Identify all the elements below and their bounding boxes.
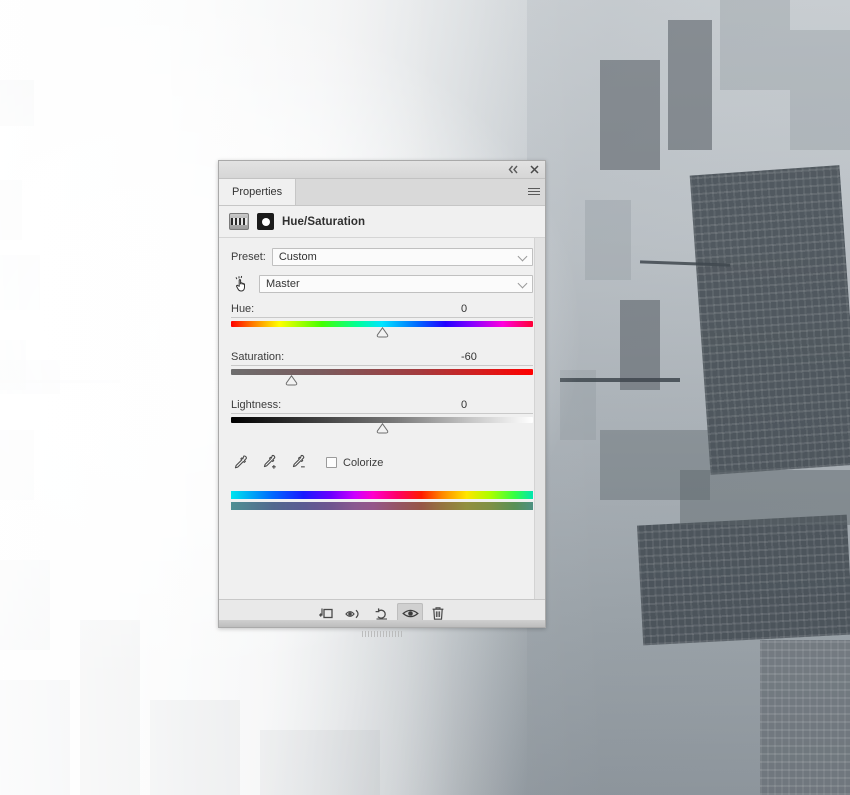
hue-value[interactable]: 0	[461, 303, 501, 315]
lightness-track-wrap[interactable]	[231, 417, 533, 438]
trash-icon	[432, 607, 444, 620]
pointing-hand-icon	[235, 275, 245, 292]
saturation-gradient-track[interactable]	[231, 369, 533, 375]
building-silhouette	[600, 60, 660, 170]
channel-value: Master	[266, 278, 300, 290]
channel-select[interactable]: Master	[259, 275, 533, 293]
building-windows	[689, 165, 850, 475]
saturation-value[interactable]: -60	[461, 351, 501, 363]
colorize-checkbox[interactable]: Colorize	[326, 457, 383, 469]
lightness-slider-header: Lightness: 0	[231, 399, 533, 414]
slider-thumb-icon	[285, 375, 298, 386]
building-silhouette	[80, 620, 140, 795]
adjustment-header: Hue/Saturation	[219, 206, 545, 238]
layer-mask-icon[interactable]	[257, 213, 274, 230]
hue-label: Hue:	[231, 303, 255, 315]
building-silhouette	[620, 300, 660, 390]
saturation-track-wrap[interactable]	[231, 369, 533, 390]
properties-panel[interactable]: Properties Hue/Saturation Preset: Custom…	[218, 160, 546, 637]
eye-icon	[401, 609, 419, 618]
reset-arrow-icon	[375, 607, 387, 620]
preset-select[interactable]: Custom	[271, 248, 533, 266]
page-title: Hue/Saturation	[282, 215, 366, 228]
building-silhouette	[680, 470, 850, 525]
building-silhouette	[260, 730, 380, 795]
original-hue-spectrum-bar[interactable]	[231, 491, 533, 499]
building-silhouette	[0, 80, 34, 126]
building-silhouette	[585, 200, 631, 280]
lightness-label: Lightness:	[231, 399, 282, 411]
building-silhouette	[668, 20, 712, 150]
tab-properties[interactable]: Properties	[219, 179, 297, 205]
eye-previous-state-icon	[345, 609, 359, 618]
hue-saturation-adjustment-icon[interactable]	[229, 213, 249, 230]
hue-slider[interactable]: Hue: 0	[231, 303, 533, 342]
building-silhouette	[0, 680, 70, 795]
screen: Properties Hue/Saturation Preset: Custom…	[0, 0, 850, 795]
tab-row-filler	[296, 179, 523, 205]
saturation-slider-header: Saturation: -60	[231, 351, 533, 366]
building-silhouette	[150, 700, 240, 795]
collapse-icon[interactable]	[507, 164, 519, 176]
building-windows	[760, 640, 850, 795]
panel-titlebar[interactable]	[219, 161, 545, 179]
panel-resize-grip[interactable]	[362, 631, 402, 637]
adjusted-hue-spectrum-bar[interactable]	[231, 502, 533, 510]
colorize-checkbox-box[interactable]	[326, 457, 337, 468]
building-silhouette	[720, 0, 790, 90]
building-silhouette	[0, 360, 60, 394]
preset-label: Preset:	[231, 251, 266, 263]
slider-thumb-icon	[376, 423, 388, 434]
building-silhouette	[0, 430, 34, 500]
lightness-value[interactable]: 0	[461, 399, 501, 411]
panel-menu-icon[interactable]	[523, 179, 545, 205]
panel-body: Preset: Custom Master Hue: 0 Saturation:…	[219, 238, 545, 599]
panel-vertical-scrollbar[interactable]	[534, 238, 545, 599]
on-image-adjustment-hand-icon[interactable]	[231, 274, 253, 294]
chevron-down-icon	[517, 278, 528, 289]
building-silhouette	[0, 180, 22, 240]
antenna-spire	[560, 378, 680, 382]
building-silhouette	[790, 30, 850, 150]
colorize-label: Colorize	[343, 456, 384, 469]
lightness-slider[interactable]: Lightness: 0	[231, 399, 533, 438]
preset-row: Preset: Custom	[231, 248, 533, 266]
eyedropper-add-icon[interactable]	[260, 454, 277, 471]
building-silhouette	[0, 255, 40, 310]
clip-to-layer-icon	[319, 608, 333, 618]
hamburger-icon	[528, 187, 540, 197]
hue-slider-thumb[interactable]	[376, 327, 389, 338]
panel-bottom-edge	[218, 620, 546, 628]
saturation-slider-thumb[interactable]	[285, 375, 298, 386]
eyedropper-tools-row: Colorize	[231, 454, 533, 471]
channel-row: Master	[231, 274, 533, 294]
hue-spectrum-bars	[231, 491, 533, 510]
saturation-label: Saturation:	[231, 351, 285, 363]
slider-thumb-icon	[376, 327, 388, 338]
eyedropper-icon[interactable]	[231, 454, 248, 471]
tab-label: Properties	[232, 186, 283, 198]
panel-tab-row[interactable]: Properties	[219, 179, 545, 206]
hue-track-wrap[interactable]	[231, 321, 533, 342]
eyedropper-subtract-icon[interactable]	[289, 454, 306, 471]
saturation-slider[interactable]: Saturation: -60	[231, 351, 533, 390]
building-windows	[637, 514, 850, 646]
chevron-down-icon	[517, 251, 528, 262]
hue-slider-header: Hue: 0	[231, 303, 533, 318]
lightness-slider-thumb[interactable]	[376, 423, 389, 434]
close-x-icon	[529, 165, 539, 174]
building-silhouette	[0, 560, 50, 650]
close-icon[interactable]	[528, 164, 540, 176]
preset-value: Custom	[278, 251, 317, 263]
double-chevron-left-icon	[508, 165, 518, 174]
